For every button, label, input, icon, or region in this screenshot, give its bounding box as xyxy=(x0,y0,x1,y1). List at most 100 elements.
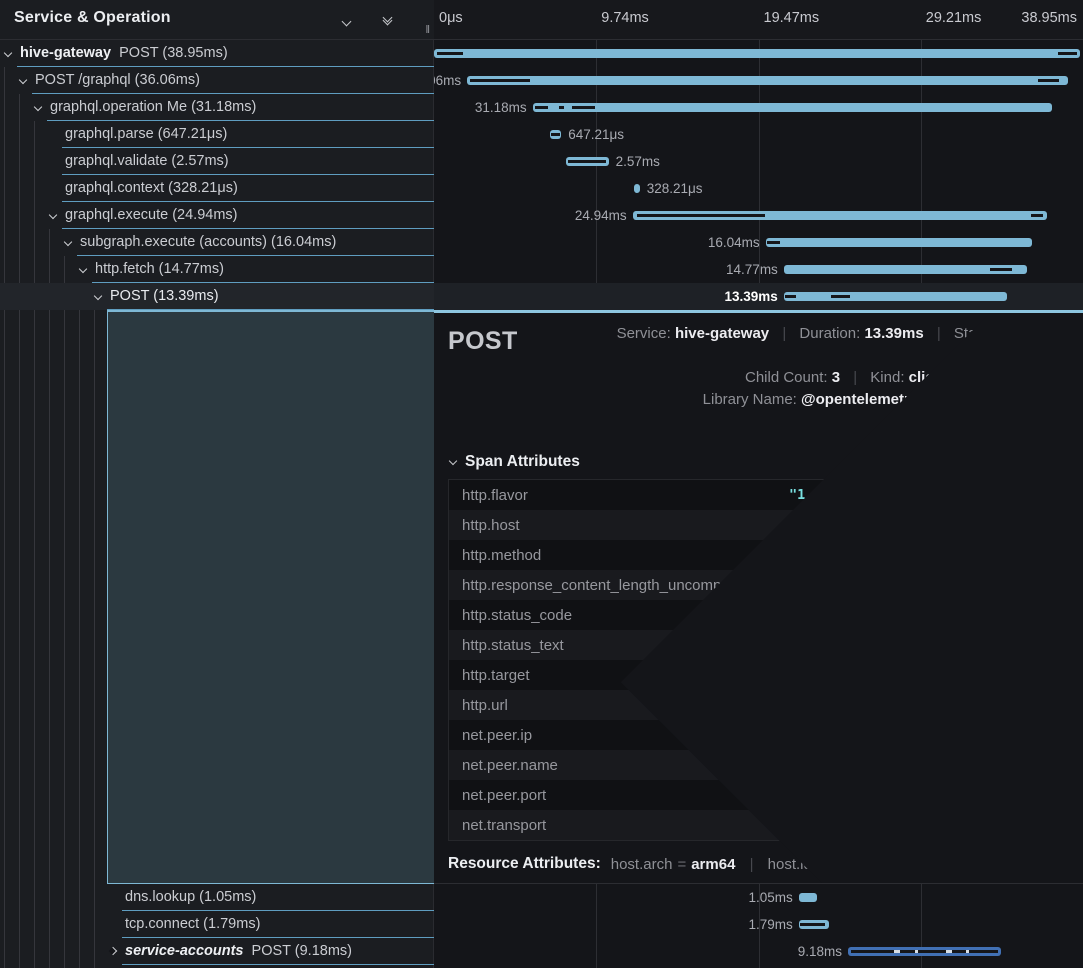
span-bar[interactable] xyxy=(799,893,817,902)
span-bar[interactable] xyxy=(634,184,640,193)
duration-label: 24.94ms xyxy=(575,208,627,223)
operation-label: http.fetch (14.77ms) xyxy=(95,261,224,277)
chevron-down-icon[interactable] xyxy=(4,49,12,57)
chevron-right-icon[interactable] xyxy=(109,947,117,955)
operation-label: subgraph.execute (accounts) (16.04ms) xyxy=(80,234,336,250)
chevron-down-icon[interactable] xyxy=(34,103,42,111)
tree-row-dns-lookup[interactable]: dns.lookup (1.05ms) xyxy=(0,884,434,911)
duration-label: 13.39ms xyxy=(725,289,778,304)
operation-label: graphql.parse (647.21μs) xyxy=(65,126,227,142)
tree-row-graphql-execute[interactable]: graphql.execute (24.94ms) xyxy=(0,202,434,229)
tree-header: Service & Operation ‖ xyxy=(0,0,434,40)
span-bar[interactable] xyxy=(799,920,829,929)
attribute-key: http.host xyxy=(449,517,789,534)
span-bar-row[interactable]: 2.57ms xyxy=(434,148,1083,175)
tree-row-tcp-connect[interactable]: tcp.connect (1.79ms) xyxy=(0,911,434,938)
tree-row-graphql-context[interactable]: graphql.context (328.21μs) xyxy=(0,175,434,202)
tree-row-subgraph-execute[interactable]: subgraph.execute (accounts) (16.04ms) xyxy=(0,229,434,256)
chevron-down-icon[interactable] xyxy=(49,211,57,219)
chevron-down-icon[interactable] xyxy=(19,76,27,84)
indent-guide xyxy=(94,310,95,968)
indent-guide xyxy=(64,256,65,968)
tree-row-post-selected[interactable]: POST (13.39ms) xyxy=(0,283,434,310)
tree-row-graphql-validate[interactable]: graphql.validate (2.57ms) xyxy=(0,148,434,175)
divider: | xyxy=(750,856,754,873)
span-bar[interactable] xyxy=(533,103,1052,112)
span-bar-row[interactable]: 647.21μs xyxy=(434,121,1083,148)
span-bar-row[interactable]: 36.06ms xyxy=(434,67,1083,94)
span-bar-row[interactable]: 16.04ms xyxy=(434,229,1083,256)
span-bar-row[interactable]: 38.95ms xyxy=(434,40,1083,67)
tree-row-service-accounts-post[interactable]: service-accounts POST (9.18ms) xyxy=(0,938,434,965)
operation-label: tcp.connect (1.79ms) xyxy=(125,916,260,932)
resource-key: host.arch xyxy=(611,856,673,873)
span-bar-row[interactable]: 31.18ms xyxy=(434,94,1083,121)
collapse-one-icon[interactable] xyxy=(343,12,350,30)
span-bar-row[interactable]: 328.21μs xyxy=(434,175,1083,202)
span-bar-row[interactable]: 9.18ms xyxy=(434,938,1083,965)
chevron-down-icon[interactable] xyxy=(64,238,72,246)
divider: | xyxy=(782,325,786,342)
resource-value: arm64 xyxy=(691,856,735,873)
chevron-down-icon[interactable] xyxy=(94,292,102,300)
span-bar[interactable] xyxy=(766,238,1033,247)
operation-label: POST (13.39ms) xyxy=(110,288,219,304)
span-bar[interactable] xyxy=(434,49,1080,58)
tree-row-post-graphql[interactable]: POST /graphql (36.06ms) xyxy=(0,67,434,94)
collapse-all-icon[interactable] xyxy=(384,18,391,24)
span-bar-row[interactable]: 14.77ms xyxy=(434,256,1083,283)
resource-attributes-title: Resource Attributes: xyxy=(448,855,601,873)
duration-label: 16.04ms xyxy=(708,235,760,250)
span-bar[interactable] xyxy=(467,76,1068,85)
span-bar[interactable] xyxy=(848,947,1001,956)
indent-guide xyxy=(49,229,50,968)
span-tree-column: Service & Operation ‖ hive-gateway POST … xyxy=(0,0,434,968)
span-bar[interactable] xyxy=(784,292,1007,301)
tree-row-graphql-parse[interactable]: graphql.parse (647.21μs) xyxy=(0,121,434,148)
duration-label: 328.21μs xyxy=(647,181,703,196)
resource-attributes-row[interactable]: Resource Attributes: host.arch=arm64 | h… xyxy=(448,855,1069,873)
span-bar-row[interactable]: 1.79ms xyxy=(434,911,1083,938)
operation-label: graphql.operation Me (31.18ms) xyxy=(50,99,256,115)
duration-label: 647.21μs xyxy=(568,127,624,142)
ruler-tick: 29.21ms xyxy=(926,10,982,26)
ruler-tick: 0μs xyxy=(439,10,463,26)
span-bar[interactable] xyxy=(566,157,609,166)
attribute-key: http.flavor xyxy=(449,487,789,504)
span-bar[interactable] xyxy=(550,130,561,139)
duration-label: 14.77ms xyxy=(726,262,778,277)
tree-row-http-fetch[interactable]: http.fetch (14.77ms) xyxy=(0,256,434,283)
chevron-down-icon[interactable] xyxy=(79,265,87,273)
indent-guide xyxy=(79,283,80,968)
service-name: service-accounts xyxy=(125,943,243,959)
divider: | xyxy=(937,325,941,342)
span-bar[interactable] xyxy=(784,265,1027,274)
field-value: hive-gateway xyxy=(675,325,769,342)
operation-label: POST (38.95ms) xyxy=(119,45,228,61)
column-resizer-grip[interactable]: ‖ xyxy=(425,24,431,36)
span-bar-row[interactable]: 1.05ms xyxy=(434,884,1083,911)
field-label: Service: xyxy=(617,325,671,342)
span-bar-row[interactable]: 24.94ms xyxy=(434,202,1083,229)
attribute-key: net.transport xyxy=(449,817,789,834)
timeline-column: 0μs 9.74ms 19.47ms 29.21ms 38.95ms 38.95… xyxy=(434,0,1083,968)
duration-label: 36.06ms xyxy=(434,73,461,88)
service-name: hive-gateway xyxy=(20,45,111,61)
span-bar-row-selected[interactable]: 13.39ms xyxy=(434,283,1083,310)
tree-row-graphql-operation[interactable]: graphql.operation Me (31.18ms) xyxy=(0,94,434,121)
duration-label: 2.57ms xyxy=(616,154,660,169)
attribute-key: http.method xyxy=(449,547,789,564)
trace-viewer: Service & Operation ‖ hive-gateway POST … xyxy=(0,0,1083,968)
operation-label: POST /graphql (36.06ms) xyxy=(35,72,200,88)
tree-header-title: Service & Operation xyxy=(14,9,171,27)
duration-label: 1.79ms xyxy=(748,917,792,932)
timeline-ruler: 0μs 9.74ms 19.47ms 29.21ms 38.95ms xyxy=(434,0,1083,40)
tree-row-hive-gateway-post[interactable]: hive-gateway POST (38.95ms) xyxy=(0,40,434,67)
operation-label: POST (9.18ms) xyxy=(252,943,352,959)
ruler-tick: 38.95ms xyxy=(1021,10,1077,26)
operation-label: dns.lookup (1.05ms) xyxy=(125,889,256,905)
operation-label: graphql.context (328.21μs) xyxy=(65,180,238,196)
span-bar[interactable] xyxy=(633,211,1048,220)
operation-label: graphql.execute (24.94ms) xyxy=(65,207,238,223)
chevron-down-icon xyxy=(449,457,457,465)
